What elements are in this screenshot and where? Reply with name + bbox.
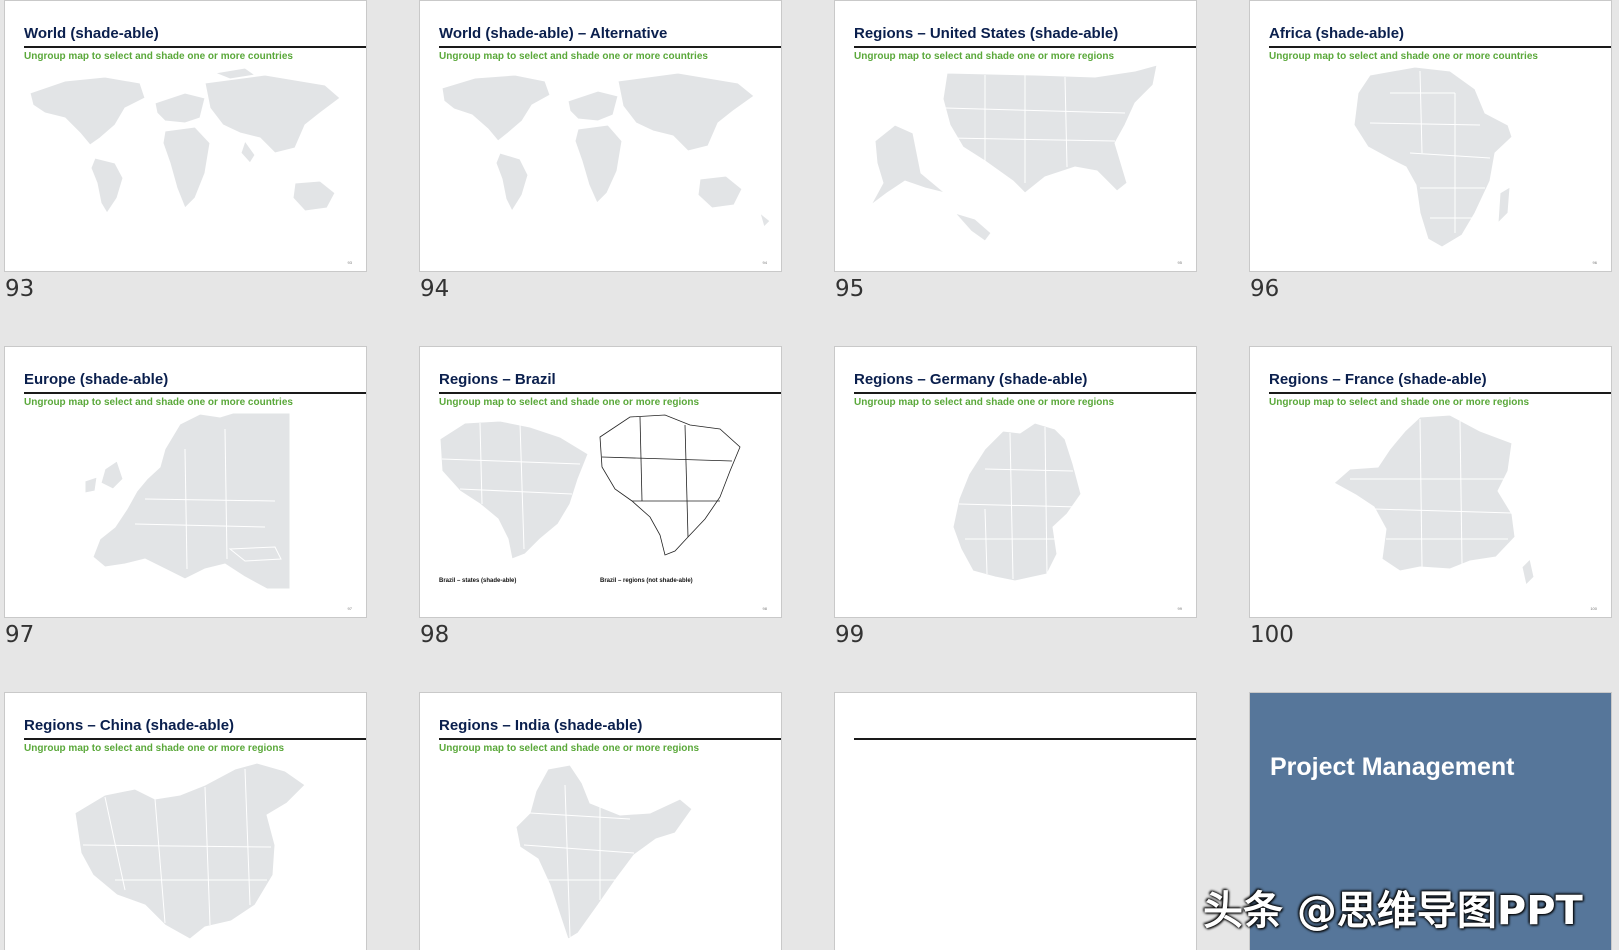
slide-title: Africa (shade-able) bbox=[1269, 25, 1405, 42]
slide-number: 99 bbox=[835, 622, 865, 648]
slide-thumbnail-india[interactable]: Regions – India (shade-able) Ungroup map… bbox=[419, 692, 782, 950]
title-divider bbox=[854, 392, 1196, 394]
slide-title: Regions – France (shade-able) bbox=[1269, 371, 1487, 388]
page-number: 95 bbox=[1177, 260, 1182, 265]
united-states-map-icon bbox=[870, 64, 1158, 242]
france-map-icon bbox=[1333, 414, 1535, 586]
section-title: Project Management bbox=[1270, 753, 1515, 781]
africa-map-icon bbox=[1353, 66, 1513, 248]
germany-map-icon bbox=[952, 422, 1082, 582]
slide-number: 97 bbox=[5, 622, 35, 648]
slide-subtitle: Ungroup map to select and shade one or m… bbox=[854, 51, 1115, 62]
slide-title: Regions – China (shade-able) bbox=[24, 717, 235, 734]
slide-title: Regions – India (shade-able) bbox=[439, 717, 643, 734]
world-map-icon bbox=[29, 67, 341, 214]
slide-thumbnail-98[interactable]: Regions – Brazil Ungroup map to select a… bbox=[419, 346, 782, 618]
title-divider bbox=[439, 738, 781, 740]
slide-thumbnail-97[interactable]: Europe (shade-able) Ungroup map to selec… bbox=[4, 346, 367, 618]
page-number: 96 bbox=[1592, 260, 1597, 265]
page-number: 93 bbox=[347, 260, 352, 265]
slide-subtitle: Ungroup map to select and shade one or m… bbox=[24, 51, 293, 62]
slide-subtitle: Ungroup map to select and shade one or m… bbox=[24, 743, 285, 754]
slide-thumbnail-blank[interactable] bbox=[834, 692, 1197, 950]
slide-subtitle: Ungroup map to select and shade one or m… bbox=[439, 743, 700, 754]
slide-number: 96 bbox=[1250, 276, 1280, 302]
page-number: 97 bbox=[347, 606, 352, 611]
europe-map-icon bbox=[84, 412, 291, 590]
slide-title: Regions – Germany (shade-able) bbox=[854, 371, 1088, 388]
page-number: 99 bbox=[1177, 606, 1182, 611]
slide-subtitle: Ungroup map to select and shade one or m… bbox=[439, 51, 708, 62]
slide-title: Regions – Brazil bbox=[439, 371, 556, 388]
slide-number: 94 bbox=[420, 276, 450, 302]
watermark-text: 头条 @思维导图PPT bbox=[1203, 888, 1583, 934]
title-divider bbox=[24, 392, 366, 394]
slide-subtitle: Ungroup map to select and shade one or m… bbox=[439, 397, 700, 408]
slide-subtitle: Ungroup map to select and shade one or m… bbox=[24, 397, 293, 408]
slide-subtitle: Ungroup map to select and shade one or m… bbox=[1269, 397, 1530, 408]
slide-number: 93 bbox=[5, 276, 35, 302]
slide-number: 100 bbox=[1250, 622, 1294, 648]
title-divider bbox=[854, 46, 1196, 48]
slide-thumbnail-93[interactable]: World (shade-able) Ungroup map to select… bbox=[4, 0, 367, 272]
slide-thumbnail-china[interactable]: Regions – China (shade-able) Ungroup map… bbox=[4, 692, 367, 950]
slide-title: World (shade-able) bbox=[24, 25, 159, 42]
map-caption: Brazil – states (shade-able) bbox=[439, 578, 517, 584]
title-divider bbox=[854, 738, 1196, 740]
slide-thumbnail-94[interactable]: World (shade-able) – Alternative Ungroup… bbox=[419, 0, 782, 272]
slide-title: Europe (shade-able) bbox=[24, 371, 169, 388]
title-divider bbox=[439, 392, 781, 394]
title-divider bbox=[439, 46, 781, 48]
map-caption: Brazil – regions (not shade-able) bbox=[600, 578, 693, 584]
title-divider bbox=[1269, 392, 1611, 394]
india-map-icon bbox=[515, 764, 693, 940]
slide-thumbnail-95[interactable]: Regions – United States (shade-able) Ung… bbox=[834, 0, 1197, 272]
china-map-icon bbox=[74, 762, 306, 940]
slide-subtitle: Ungroup map to select and shade one or m… bbox=[1269, 51, 1538, 62]
page-number: 98 bbox=[762, 606, 767, 611]
title-divider bbox=[24, 46, 366, 48]
slide-thumbnail-100[interactable]: Regions – France (shade-able) Ungroup ma… bbox=[1249, 346, 1612, 618]
page-number: 100 bbox=[1590, 606, 1597, 611]
slide-title: World (shade-able) – Alternative bbox=[439, 25, 668, 42]
world-map-icon bbox=[441, 72, 771, 228]
title-divider bbox=[24, 738, 366, 740]
slide-title: Regions – United States (shade-able) bbox=[854, 25, 1119, 42]
slide-thumbnail-96[interactable]: Africa (shade-able) Ungroup map to selec… bbox=[1249, 0, 1612, 272]
slide-subtitle: Ungroup map to select and shade one or m… bbox=[854, 397, 1115, 408]
slide-number: 98 bbox=[420, 622, 450, 648]
title-divider bbox=[1269, 46, 1611, 48]
slide-thumbnail-99[interactable]: Regions – Germany (shade-able) Ungroup m… bbox=[834, 346, 1197, 618]
page-number: 94 bbox=[762, 260, 767, 265]
slide-number: 95 bbox=[835, 276, 865, 302]
